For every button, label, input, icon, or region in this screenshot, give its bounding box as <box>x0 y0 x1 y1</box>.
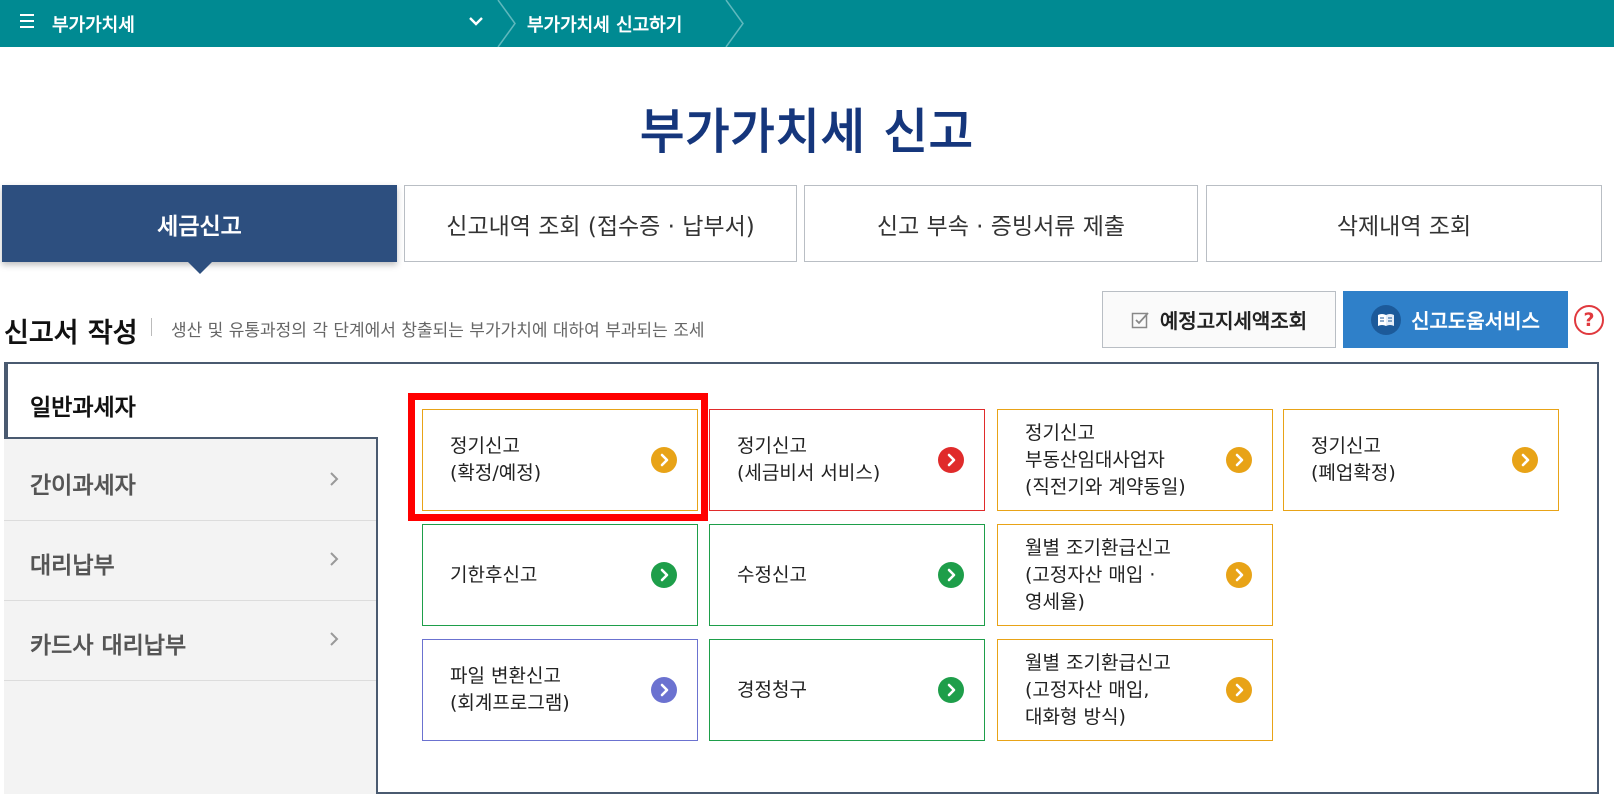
card-regular-filing-closure[interactable]: 정기신고 (폐업확정) <box>1283 409 1559 511</box>
card-label: 기한후신고 <box>450 525 537 625</box>
card-label-line: (회계프로그램) <box>450 692 570 714</box>
sidebar-item-label: 간이과세자 <box>30 473 136 499</box>
arrow-right-circle-icon <box>1226 677 1252 703</box>
card-label: 월별 조기환급신고 (고정자산 매입 · 영세율) <box>1025 525 1171 625</box>
arrow-right-circle-icon <box>1226 562 1252 588</box>
filing-help-label: 신고도움서비스 <box>1411 309 1540 333</box>
estimate-tax-label: 예정고지세액조회 <box>1159 309 1308 333</box>
filing-help-button[interactable]: 신고도움서비스 <box>1343 291 1568 348</box>
card-label-line: 월별 조기환급신고 <box>1025 536 1171 559</box>
card-label-line: 수정신고 <box>737 563 807 586</box>
tab-label: 신고내역 조회 (접수증 · 납부서) <box>446 213 755 240</box>
arrow-right-circle-icon <box>938 447 964 473</box>
section-title: 신고서 작성 <box>4 318 138 349</box>
card-amended-filing[interactable]: 수정신고 <box>709 524 985 626</box>
breadcrumb-separator-icon <box>497 0 516 47</box>
sidebar-item-label: 일반과세자 <box>30 395 136 421</box>
tab-label: 신고 부속 · 증빙서류 제출 <box>876 213 1126 240</box>
book-icon <box>1371 304 1402 335</box>
card-label-line: 부동산임대사업자 <box>1025 448 1165 471</box>
tab-deleted-history[interactable]: 삭제내역 조회 <box>1206 185 1602 262</box>
breadcrumb-current[interactable]: 부가가치세 신고하기 <box>527 11 682 37</box>
card-label-line: (고정자산 매입 · <box>1025 563 1156 586</box>
card-label-line: 대화형 방식) <box>1025 705 1126 728</box>
sidebar-item-label: 대리납부 <box>30 553 115 579</box>
top-breadcrumb-bar: 부가가치세 부가가치세 신고하기 <box>0 0 1614 47</box>
card-label: 정기신고부동산임대사업자 (직전기와 계약동일) <box>1025 410 1186 510</box>
page-title: 부가가치세 신고 <box>640 104 974 160</box>
arrow-right-circle-icon <box>938 562 964 588</box>
tab-filing-history[interactable]: 신고내역 조회 (접수증 · 납부서) <box>404 185 797 262</box>
card-label-line: (고정자산 매입, <box>1025 678 1150 701</box>
card-label-line: (직전기와 계약동일) <box>1025 475 1186 498</box>
tab-attachment-submit[interactable]: 신고 부속 · 증빙서류 제출 <box>804 185 1198 262</box>
card-late-filing[interactable]: 기한후신고 <box>422 524 698 626</box>
arrow-right-circle-icon <box>938 677 964 703</box>
estimate-tax-button[interactable]: 예정고지세액조회 <box>1102 291 1336 348</box>
card-regular-filing-tax-secretary[interactable]: 정기신고 (세금비서 서비스) <box>709 409 985 511</box>
card-claim-for-correction[interactable]: 경정청구 <box>709 639 985 741</box>
card-regular-filing-real-estate-lessor[interactable]: 정기신고부동산임대사업자 (직전기와 계약동일) <box>997 409 1273 511</box>
card-label-line: (폐업확정) <box>1311 462 1396 484</box>
card-label: 정기신고 (세금비서 서비스) <box>737 410 880 510</box>
card-label-line: 정기신고 <box>737 435 807 457</box>
sidebar-item-simplified-taxpayer[interactable]: 간이과세자 <box>4 441 378 521</box>
divider <box>151 318 152 336</box>
sidebar-item-proxy-payment[interactable]: 대리납부 <box>4 521 378 601</box>
card-label-line: 월별 조기환급신고 <box>1025 651 1171 674</box>
chevron-down-icon[interactable] <box>469 11 483 30</box>
card-label: 월별 조기환급신고 (고정자산 매입, 대화형 방식) <box>1025 640 1171 740</box>
card-label-line: 정기신고 <box>1025 421 1095 444</box>
card-label: 파일 변환신고 (회계프로그램) <box>450 640 570 740</box>
card-file-conversion-filing[interactable]: 파일 변환신고 (회계프로그램) <box>422 639 698 741</box>
breadcrumb-separator-icon <box>725 0 744 47</box>
active-tab-indicator <box>188 262 212 274</box>
arrow-right-circle-icon <box>1226 447 1252 473</box>
chevron-right-icon <box>329 628 339 652</box>
arrow-right-circle-icon <box>651 677 677 703</box>
help-question-icon[interactable]: ? <box>1574 305 1604 335</box>
section-description: 생산 및 유통과정의 각 단계에서 창출되는 부가가치에 대하여 부과되는 조세 <box>171 321 705 341</box>
card-label-line: 경정청구 <box>737 678 807 701</box>
card-label-line: 기한후신고 <box>450 563 538 586</box>
highlight-box <box>408 393 708 521</box>
sidebar-item-general-taxpayer[interactable]: 일반과세자 <box>4 362 378 439</box>
card-label-line: 파일 변환신고 <box>450 665 561 687</box>
card-label-line: (세금비서 서비스) <box>737 462 881 484</box>
card-label-line: 정기신고 <box>1311 435 1381 457</box>
card-monthly-early-refund-interactive[interactable]: 월별 조기환급신고 (고정자산 매입, 대화형 방식) <box>997 639 1273 741</box>
breadcrumb-menu[interactable]: 부가가치세 <box>52 11 135 37</box>
sidebar-item-label: 카드사 대리납부 <box>30 633 187 659</box>
tab-label: 삭제내역 조회 <box>1336 213 1472 240</box>
card-label: 경정청구 <box>737 640 807 740</box>
tab-tax-filing[interactable]: 세금신고 <box>2 185 397 262</box>
tab-label: 세금신고 <box>157 213 242 240</box>
card-monthly-early-refund-fixed-assets[interactable]: 월별 조기환급신고 (고정자산 매입 · 영세율) <box>997 524 1273 626</box>
card-label: 수정신고 <box>737 525 807 625</box>
menu-icon[interactable] <box>20 14 34 28</box>
sidebar-item-card-proxy-payment[interactable]: 카드사 대리납부 <box>4 601 378 681</box>
arrow-right-circle-icon <box>651 562 677 588</box>
card-label-line: 영세율) <box>1025 590 1085 613</box>
chevron-right-icon <box>329 548 339 572</box>
arrow-right-circle-icon <box>1512 447 1538 473</box>
chevron-right-icon <box>329 468 339 492</box>
card-label: 정기신고 (폐업확정) <box>1311 410 1396 510</box>
checkbox-edit-icon <box>1131 311 1149 328</box>
